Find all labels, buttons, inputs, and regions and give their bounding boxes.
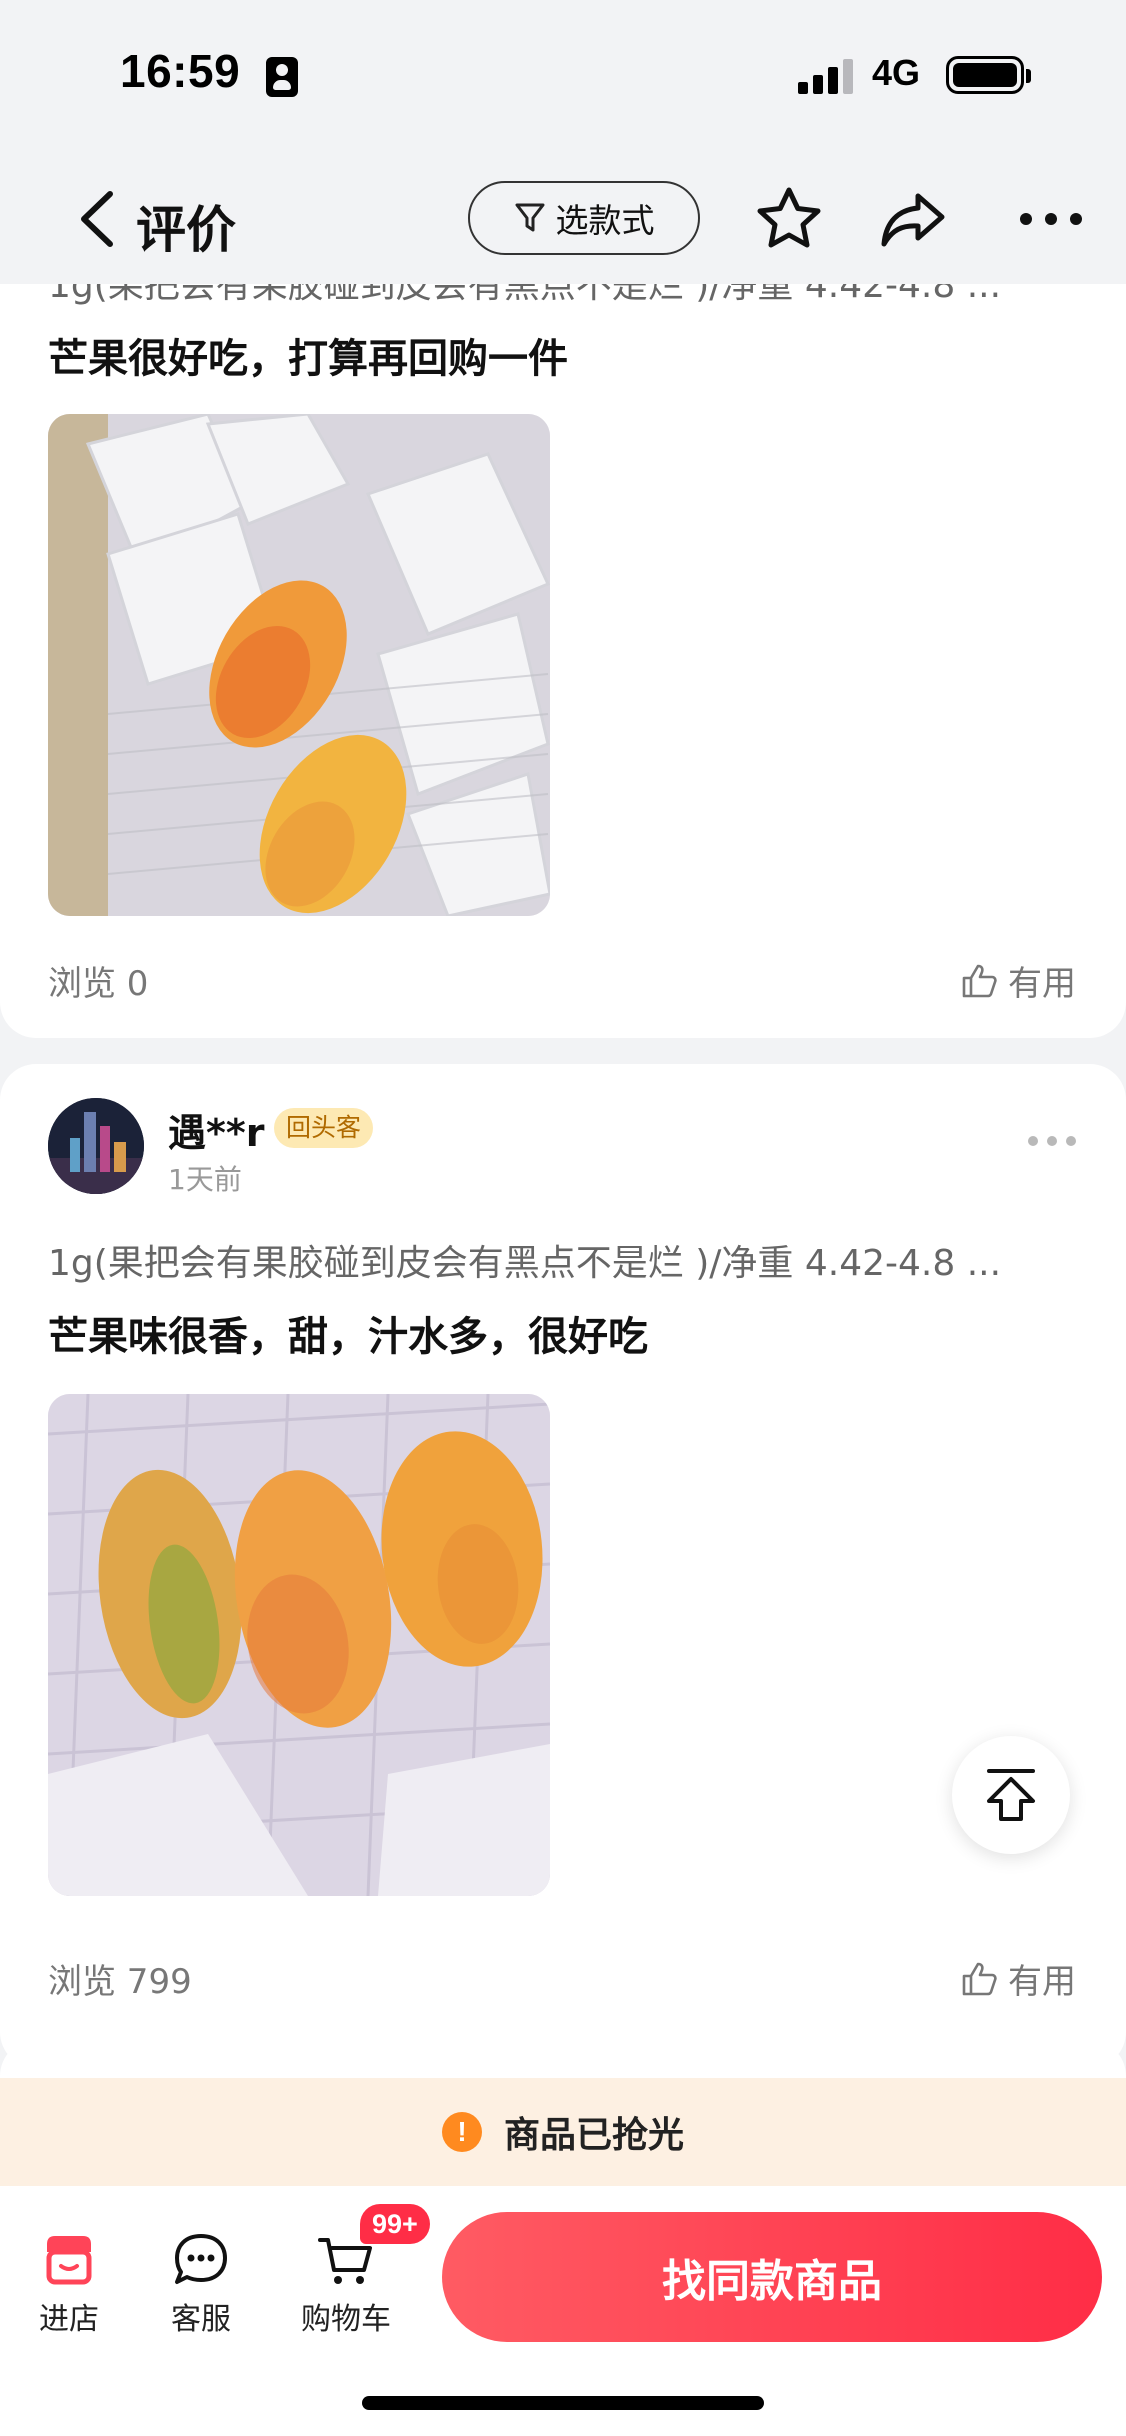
mango-photo-1 xyxy=(48,414,550,916)
cart-button[interactable]: 购物车 xyxy=(290,2230,402,2338)
repeat-customer-badge: 回头客 xyxy=(274,1108,374,1148)
useful-button[interactable]: 有用 xyxy=(960,956,1076,1005)
avatar-image xyxy=(48,1098,144,1194)
user-name: 遇**r xyxy=(168,1111,265,1155)
avatar[interactable] xyxy=(48,1098,144,1194)
page-title: 评价 xyxy=(136,201,236,259)
thumbs-up-icon xyxy=(962,1962,997,1995)
review-sku: 1g(果把会有果胶碰到皮会有黑点不是烂 )/净重 4.42-4.8 ... xyxy=(48,284,1002,306)
useful-label: 有用 xyxy=(1008,1962,1076,2002)
back-to-top-button[interactable] xyxy=(952,1736,1070,1854)
store-button[interactable]: 进店 xyxy=(14,2230,124,2338)
views-count: 浏览 799 xyxy=(48,1962,192,2002)
review-sku: 1g(果把会有果胶碰到皮会有黑点不是烂 )/净重 4.42-4.8 ... xyxy=(48,1243,1002,1284)
chat-icon xyxy=(175,2234,227,2284)
sold-out-text: 商品已抢光 xyxy=(503,2115,684,2156)
mango-photo-2 xyxy=(48,1394,550,1896)
service-label: 客服 xyxy=(171,2302,231,2337)
more-icon[interactable] xyxy=(1028,1134,1076,1148)
warning-icon: ! xyxy=(441,2112,482,2152)
more-icon[interactable] xyxy=(1016,184,1086,254)
customer-service-button[interactable]: 客服 xyxy=(146,2230,256,2338)
review-photo[interactable] xyxy=(48,1394,550,1896)
review-card xyxy=(0,2040,1126,2078)
cart-label: 购物车 xyxy=(301,2302,391,2337)
share-icon[interactable] xyxy=(878,184,948,254)
status-bar: 16:59 4G xyxy=(0,0,1126,150)
views-count: 浏览 0 xyxy=(48,964,149,1004)
review-card: 1g(果把会有果胶碰到皮会有黑点不是烂 )/净重 4.42-4.8 ... 芒果… xyxy=(0,284,1126,1038)
back-to-top-icon xyxy=(987,1769,1035,1821)
review-photo[interactable] xyxy=(48,414,550,916)
cart-count-badge: 99+ xyxy=(360,2204,430,2244)
status-time: 16:59 xyxy=(120,45,241,97)
store-icon xyxy=(46,2236,92,2285)
filter-icon xyxy=(515,203,544,232)
home-indicator[interactable] xyxy=(362,2396,764,2410)
signal-icon xyxy=(798,58,854,94)
filter-label: 选款式 xyxy=(555,201,655,240)
review-card: 遇**r 回头客 1天前 1g(果把会有果胶碰到皮会有黑点不是烂 )/净重 4.… xyxy=(0,1064,1126,2068)
nav-bar: 评价 选款式 xyxy=(0,150,1126,284)
person-id-icon xyxy=(266,57,298,97)
thumbs-up-icon xyxy=(962,964,997,997)
network-label: 4G xyxy=(872,52,921,93)
store-label: 进店 xyxy=(39,2302,99,2337)
battery-full-icon xyxy=(946,56,1031,94)
review-text: 芒果很好吃，打算再回购一件 xyxy=(48,336,568,382)
star-icon[interactable] xyxy=(754,184,824,254)
useful-label: 有用 xyxy=(1008,964,1076,1004)
post-time: 1天前 xyxy=(168,1163,242,1196)
style-filter-button[interactable]: 选款式 xyxy=(468,181,700,255)
back-icon[interactable] xyxy=(72,188,122,250)
sold-out-banner: ! 商品已抢光 xyxy=(0,2078,1126,2186)
useful-button[interactable]: 有用 xyxy=(960,1954,1076,2003)
review-text: 芒果味很香，甜，汁水多，很好吃 xyxy=(48,1314,648,1360)
find-similar-button[interactable]: 找同款商品 xyxy=(442,2212,1102,2342)
